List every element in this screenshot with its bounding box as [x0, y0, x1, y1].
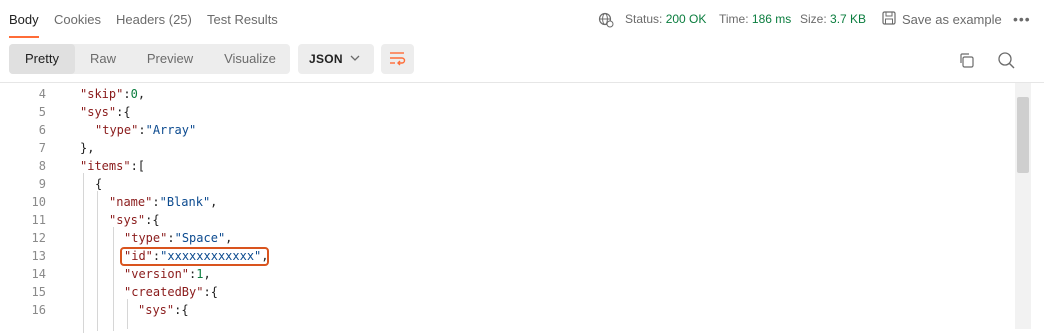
code-text: {	[95, 177, 103, 191]
size-label: Size:	[800, 12, 827, 26]
tab-headers[interactable]: Headers (25)	[116, 12, 192, 27]
code-text: "type":"Space",	[124, 231, 233, 245]
time-indicator[interactable]: Time: 186 ms	[719, 12, 791, 26]
line-number: 9	[38, 177, 46, 191]
code-text: "createdBy":{	[124, 285, 218, 299]
status-indicator[interactable]: Status: 200 OK	[625, 12, 706, 26]
line-number: 14	[31, 267, 46, 281]
copy-icon[interactable]	[958, 52, 975, 74]
scrollbar-thumb[interactable]	[1017, 97, 1029, 173]
code-line: 15 "createdBy":{	[0, 283, 1010, 301]
line-number: 6	[38, 123, 46, 137]
save-as-example-label: Save as example	[902, 12, 1002, 27]
highlighted-id-field	[120, 247, 269, 266]
code-text: "type":"Array"	[95, 123, 197, 137]
tab-cookies[interactable]: Cookies	[54, 12, 101, 27]
save-icon	[882, 11, 896, 28]
code-text: "sys":{	[109, 213, 160, 227]
line-number: 12	[31, 231, 46, 245]
code-text: "name":"Blank",	[109, 195, 218, 209]
time-value: 186 ms	[751, 12, 792, 26]
code-line: 6 "type":"Array"	[0, 121, 1010, 139]
line-number: 5	[38, 105, 46, 119]
size-indicator[interactable]: Size: 3.7 KB	[800, 12, 866, 26]
code-line: 14 "version":1,	[0, 265, 1010, 283]
code-line: 7},	[0, 139, 1010, 157]
format-selected: JSON	[309, 52, 343, 66]
line-number: 7	[38, 141, 46, 155]
code-text: "version":1,	[124, 267, 211, 281]
response-toolbar: Pretty Raw Preview Visualize JSON	[0, 40, 1044, 82]
wrap-lines-button[interactable]	[381, 44, 414, 74]
code-line: 9{	[0, 175, 1010, 193]
more-icon[interactable]: •••	[1013, 11, 1031, 27]
code-text: },	[80, 141, 95, 155]
code-line: 4 "skip":0,	[0, 85, 1010, 103]
status-label: Status:	[625, 12, 663, 26]
view-mode-raw[interactable]: Raw	[75, 44, 131, 74]
wrap-lines-icon	[389, 51, 407, 72]
code-line: 5 "sys":{	[0, 103, 1010, 121]
code-line: 16 "sys":{	[0, 301, 1010, 319]
format-dropdown[interactable]: JSON	[298, 44, 374, 74]
status-value: 200 OK	[665, 12, 707, 26]
view-mode-preview[interactable]: Preview	[133, 44, 207, 74]
line-number: 4	[38, 87, 46, 101]
time-label: Time:	[719, 12, 749, 26]
chevron-down-icon	[350, 50, 360, 69]
line-number: 15	[31, 285, 46, 299]
code-line: 10 "name":"Blank",	[0, 193, 1010, 211]
size-value: 3.7 KB	[830, 12, 867, 26]
code-text: "skip":0,	[80, 87, 146, 101]
response-tabs-bar: Body Cookies Headers (25) Test Results S…	[0, 0, 1044, 38]
code-text: "sys":{	[80, 105, 131, 119]
active-tab-indicator	[9, 36, 39, 38]
code-line: 8 "items":[	[0, 157, 1010, 175]
response-body-editor[interactable]: 4 "skip":0, 5 "sys":{ 6 "type":"Array" 7}, …	[0, 82, 1044, 333]
code-text: "sys":{	[138, 303, 189, 317]
line-number: 8	[38, 159, 46, 173]
line-number: 13	[31, 249, 46, 263]
view-mode-pretty[interactable]: Pretty	[9, 44, 75, 74]
code-line: 11 "sys":{	[0, 211, 1010, 229]
save-as-example-button[interactable]: Save as example	[882, 11, 1002, 28]
view-mode-selector: Pretty Raw Preview Visualize	[9, 44, 290, 74]
code-text: "items":[	[80, 159, 146, 173]
globe-icon[interactable]	[598, 12, 614, 28]
view-mode-visualize[interactable]: Visualize	[211, 44, 289, 74]
tab-test-results[interactable]: Test Results	[207, 12, 278, 27]
search-icon[interactable]	[997, 51, 1016, 75]
code-line: 12 "type":"Space",	[0, 229, 1010, 247]
line-number: 10	[31, 195, 46, 209]
line-number: 11	[31, 213, 46, 227]
tab-body[interactable]: Body	[9, 12, 39, 27]
line-number: 16	[31, 303, 46, 317]
